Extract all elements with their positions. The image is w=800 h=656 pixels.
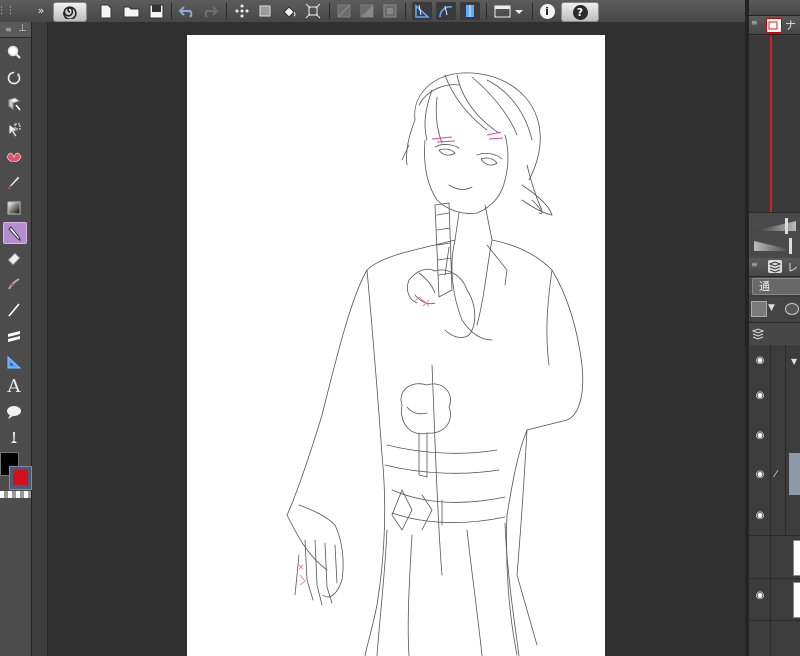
info-glyph: i <box>539 3 555 19</box>
rotate-icon[interactable] <box>3 68 25 88</box>
lineart-illustration <box>286 72 584 656</box>
layer-header: ≡ レ <box>749 258 800 277</box>
folder-thumbnail <box>789 453 800 495</box>
palette-menu-icon[interactable]: ≡ <box>5 25 12 34</box>
eye-icon[interactable]: ◉ <box>753 430 767 441</box>
layer-color-icon[interactable] <box>751 301 767 317</box>
blend-icon[interactable] <box>3 274 25 294</box>
navigator-tab[interactable]: ナ <box>785 17 796 33</box>
layer-toolbar <box>749 322 800 345</box>
move-layer-icon[interactable] <box>3 94 25 114</box>
fill-icon[interactable] <box>280 2 298 20</box>
zoom-slider-handle[interactable] <box>785 218 788 234</box>
palette-gutter <box>32 22 48 656</box>
top-toolbar: ⋮⋮ » i ? <box>0 0 800 23</box>
layer-color-dropdown-icon[interactable]: ▼ <box>768 303 775 313</box>
canvas-paper[interactable] <box>187 35 605 656</box>
layer-list: ▼ ◉ ◉ ◉ ◉ ⁄ ◉ ◉ <box>749 345 800 656</box>
auto-select-icon[interactable] <box>3 146 25 166</box>
layer-row[interactable] <box>749 535 800 579</box>
menu-expand-icon[interactable]: » <box>34 2 48 20</box>
layer-row[interactable]: ◉ <box>749 578 800 621</box>
panel-menu-icon[interactable]: ≡ <box>751 18 765 31</box>
navigator-icon[interactable] <box>766 18 782 33</box>
ruler-snap-icon[interactable] <box>412 2 432 20</box>
layer-thumbnail <box>793 540 800 576</box>
layer-property-row: ▼ <box>749 297 800 321</box>
layer-thumbnail <box>793 582 800 618</box>
tool-palette-header: ≡ ⊥ <box>0 22 31 38</box>
select-icon[interactable] <box>3 120 25 140</box>
panel-dock-header <box>749 0 800 16</box>
layer-tab[interactable]: レ <box>787 259 798 275</box>
gradient-icon[interactable] <box>3 198 25 218</box>
transparent-color-swatch[interactable] <box>0 491 31 498</box>
grip-icon: ⋮⋮ <box>0 6 15 16</box>
undo-icon[interactable] <box>178 2 196 20</box>
rotate-slider-handle[interactable] <box>789 238 792 254</box>
balloon-icon[interactable] <box>3 402 25 422</box>
blend-mode-row: 通 <box>749 277 800 295</box>
eye-icon[interactable]: ◉ <box>753 390 767 401</box>
eye-icon[interactable]: ◉ <box>753 355 767 366</box>
ruler-icon[interactable] <box>3 352 25 372</box>
window-icon[interactable] <box>492 2 526 20</box>
navigator-frame-line <box>770 36 772 212</box>
zoom-slider[interactable] <box>754 221 796 231</box>
help-button[interactable]: ? <box>561 2 599 22</box>
eyedropper-icon[interactable] <box>3 172 25 192</box>
pin-icon[interactable]: ⊥ <box>18 23 27 34</box>
special-ruler-snap-icon[interactable] <box>436 2 456 20</box>
mask-icon[interactable] <box>382 2 398 20</box>
save-icon[interactable] <box>147 2 165 20</box>
layer-panel-menu-icon[interactable]: ≡ <box>751 260 765 273</box>
eye-icon[interactable]: ◉ <box>753 469 767 480</box>
info-icon[interactable]: i <box>538 2 556 20</box>
fit-icon[interactable] <box>304 2 322 20</box>
clear-icon[interactable] <box>336 2 352 20</box>
redo-icon[interactable] <box>201 2 219 20</box>
pen-edit-icon: ⁄ <box>775 469 777 480</box>
layer-stack-icon[interactable] <box>751 326 765 345</box>
frame-icon[interactable] <box>3 326 25 346</box>
navigator-sliders <box>749 212 800 259</box>
help-icon: ? <box>572 4 588 20</box>
layer-tab-icon[interactable] <box>768 260 782 273</box>
navigator-view[interactable] <box>749 36 800 212</box>
sub-color-frame[interactable] <box>9 466 32 490</box>
spiral-button[interactable] <box>53 2 87 22</box>
canvas-area[interactable] <box>48 22 745 656</box>
sub-color-swatch <box>13 470 28 485</box>
invert-icon[interactable] <box>359 2 375 20</box>
transform-icon[interactable] <box>256 2 274 20</box>
line-icon[interactable] <box>3 300 25 320</box>
correction-icon[interactable] <box>3 428 25 448</box>
folder-expand-icon[interactable]: ▼ <box>791 357 797 366</box>
zoom-icon[interactable] <box>3 42 25 62</box>
eye-icon[interactable]: ◉ <box>753 510 767 521</box>
eraser-icon[interactable] <box>3 248 25 268</box>
new-file-icon[interactable] <box>98 2 114 20</box>
right-panel: ≡ ナ ≡ レ 通 ▼ ▼ ◉ ◉ ◉ ◉ ⁄ ◉ ◉ <box>749 0 800 656</box>
grid-snap-icon[interactable] <box>460 2 480 20</box>
scatter-icon[interactable] <box>233 2 251 20</box>
blend-mode-select[interactable]: 通 <box>752 278 800 295</box>
pen-icon[interactable] <box>3 222 27 244</box>
layer-mask-icon[interactable] <box>785 303 799 315</box>
eye-icon[interactable]: ◉ <box>753 590 767 601</box>
tool-palette: ≡ ⊥ A <box>0 22 32 656</box>
text-icon[interactable]: A <box>3 376 25 397</box>
navigator-header: ≡ ナ <box>749 16 800 35</box>
open-file-icon[interactable] <box>122 2 142 20</box>
spiral-icon <box>63 6 77 19</box>
